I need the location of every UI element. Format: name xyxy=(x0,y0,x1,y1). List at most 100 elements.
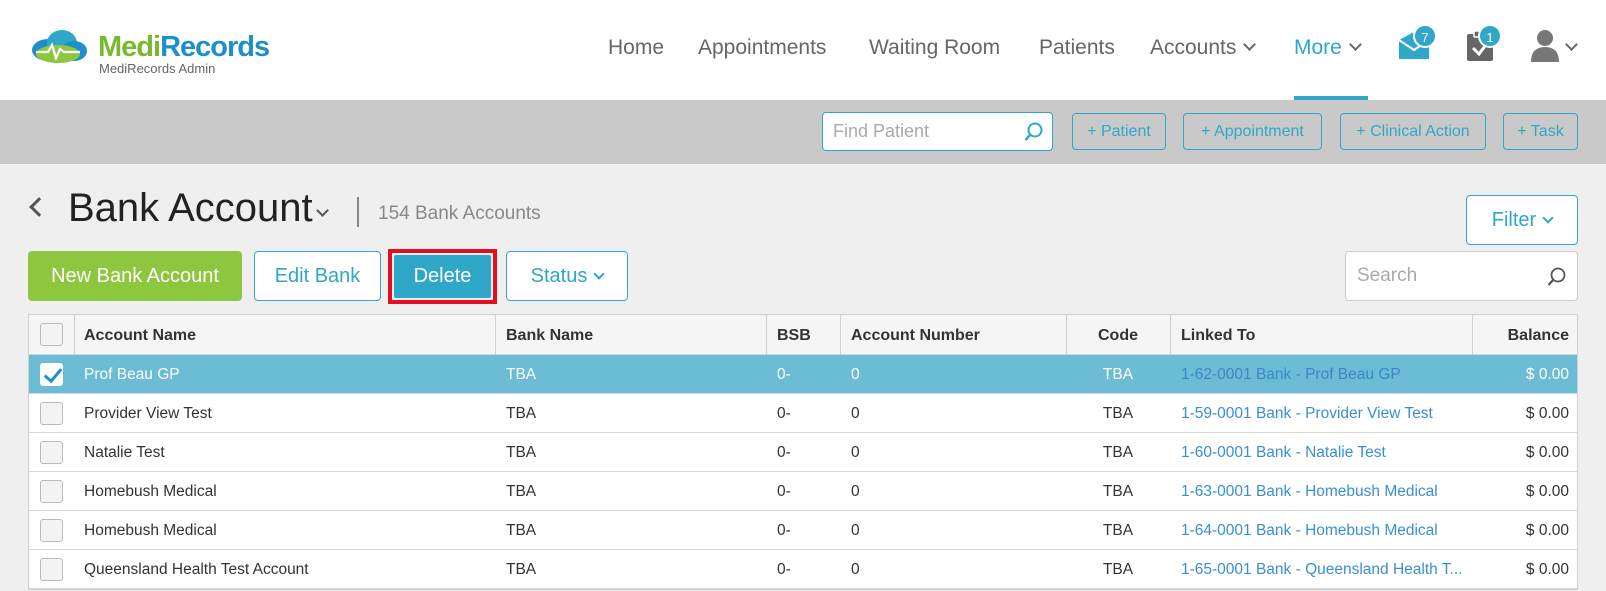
cell-linked-to[interactable]: 1-65-0001 Bank - Queensland Health T... xyxy=(1181,550,1463,588)
page-title: Bank Account xyxy=(68,186,313,230)
cell-code: TBA xyxy=(1102,561,1134,578)
cell-account-number: 0 xyxy=(851,405,860,422)
find-patient-input[interactable] xyxy=(823,113,1013,150)
header-code[interactable]: Code xyxy=(1066,315,1170,354)
quick-action-bar: + Patient + Appointment + Clinical Actio… xyxy=(0,100,1606,164)
table-row[interactable]: Homebush Medical TBA 0- 0 TBA 1-63-0001 Bank … xyxy=(29,472,1577,511)
title-divider xyxy=(357,197,359,227)
chevron-down-icon xyxy=(1542,211,1554,224)
user-menu-button[interactable] xyxy=(1530,28,1580,64)
nav-patients[interactable]: Patients xyxy=(1039,36,1115,60)
table-row[interactable]: Prof Beau GP TBA 0- 0 TBA 1-62-0001 Bank - Pr… xyxy=(29,355,1577,394)
new-bank-account-button[interactable]: New Bank Account xyxy=(28,251,242,301)
medirecords-logo[interactable]: MediRecords MediRecords Admin xyxy=(28,28,288,78)
row-checkbox[interactable] xyxy=(40,519,63,542)
chevron-down-icon[interactable] xyxy=(316,204,329,217)
chevron-down-icon xyxy=(1243,38,1257,51)
cell-bank-name: TBA xyxy=(506,483,537,500)
add-clinical-action-button[interactable]: + Clinical Action xyxy=(1340,113,1486,150)
cell-code: TBA xyxy=(1102,366,1134,383)
header-linked-to[interactable]: Linked To xyxy=(1181,315,1461,354)
cell-code: TBA xyxy=(1102,405,1134,422)
header-account-name[interactable]: Account Name xyxy=(84,315,484,354)
delete-button[interactable]: Delete xyxy=(394,255,491,298)
cell-account-number: 0 xyxy=(851,444,860,461)
filter-label: Filter xyxy=(1491,208,1537,231)
cell-balance: $ 0.00 xyxy=(1525,405,1569,422)
cell-bsb: 0- xyxy=(777,366,791,383)
row-checkbox[interactable] xyxy=(40,402,63,425)
top-navigation-bar: MediRecords MediRecords Admin Home Appoi… xyxy=(0,0,1606,100)
cell-bsb: 0- xyxy=(777,405,791,422)
cell-bsb: 0- xyxy=(777,561,791,578)
nav-appointments[interactable]: Appointments xyxy=(698,36,826,60)
header-bsb[interactable]: BSB xyxy=(777,315,837,354)
nav-accounts[interactable]: Accounts xyxy=(1150,36,1257,60)
nav-home[interactable]: Home xyxy=(608,36,664,60)
header-account-number[interactable]: Account Number xyxy=(851,315,1051,354)
cloud-logo-icon xyxy=(32,30,87,63)
cell-account-name: Provider View Test xyxy=(84,405,212,422)
cell-linked-to[interactable]: 1-62-0001 Bank - Prof Beau GP xyxy=(1181,355,1463,393)
add-task-button[interactable]: + Task xyxy=(1503,113,1578,150)
messages-button[interactable]: 7 xyxy=(1397,24,1437,64)
chevron-down-icon xyxy=(1565,38,1578,51)
row-checkbox[interactable] xyxy=(40,480,63,503)
bank-accounts-table: Account Name Bank Name BSB Account Numbe… xyxy=(28,314,1578,590)
filter-button[interactable]: Filter xyxy=(1466,195,1578,245)
search-icon[interactable] xyxy=(1547,267,1567,287)
row-checkbox[interactable] xyxy=(40,441,63,464)
chevron-down-icon xyxy=(593,268,606,280)
cell-account-number: 0 xyxy=(851,561,860,578)
cell-account-name: Prof Beau GP xyxy=(84,366,180,383)
find-patient-field[interactable] xyxy=(822,112,1053,151)
column-divider xyxy=(840,315,841,355)
cell-code: TBA xyxy=(1102,522,1134,539)
cell-bsb: 0- xyxy=(777,444,791,461)
add-patient-button[interactable]: + Patient xyxy=(1072,113,1166,150)
cell-linked-to[interactable]: 1-60-0001 Bank - Natalie Test xyxy=(1181,433,1463,471)
table-row[interactable]: Queensland Health Test Account TBA 0- 0 TBA 1… xyxy=(29,550,1577,589)
chevron-down-icon xyxy=(1348,38,1362,51)
cell-bank-name: TBA xyxy=(506,405,537,422)
add-appointment-button[interactable]: + Appointment xyxy=(1183,113,1322,150)
header-bank-name[interactable]: Bank Name xyxy=(506,315,756,354)
table-row[interactable]: Provider View Test TBA 0- 0 TBA 1-59-0001 Ban… xyxy=(29,394,1577,433)
nav-more[interactable]: More xyxy=(1294,36,1362,60)
search-icon[interactable] xyxy=(1024,122,1044,142)
cell-account-number: 0 xyxy=(851,483,860,500)
messages-badge: 7 xyxy=(1413,24,1437,48)
row-checkbox[interactable] xyxy=(40,558,63,581)
search-field[interactable] xyxy=(1345,251,1578,301)
cell-balance: $ 0.00 xyxy=(1525,522,1569,539)
back-arrow-icon[interactable] xyxy=(29,197,49,217)
cell-linked-to[interactable]: 1-59-0001 Bank - Provider View Test xyxy=(1181,394,1463,432)
table-row[interactable]: Homebush Medical TBA 0- 0 TBA 1-64-0001 Bank … xyxy=(29,511,1577,550)
record-count: 154 Bank Accounts xyxy=(378,203,541,224)
cell-bank-name: TBA xyxy=(506,561,537,578)
cell-balance: $ 0.00 xyxy=(1525,561,1569,578)
cell-account-name: Homebush Medical xyxy=(84,483,217,500)
header-balance[interactable]: Balance xyxy=(1472,315,1569,354)
column-divider xyxy=(766,315,767,355)
cell-balance: $ 0.00 xyxy=(1525,444,1569,461)
logo-name: MediRecords xyxy=(98,31,270,63)
nav-waiting-room[interactable]: Waiting Room xyxy=(869,36,1000,60)
column-divider xyxy=(74,315,75,355)
search-input[interactable] xyxy=(1346,252,1536,300)
cell-bank-name: TBA xyxy=(506,366,537,383)
status-dropdown-button[interactable]: Status xyxy=(506,251,628,301)
column-divider xyxy=(1170,315,1171,355)
cell-code: TBA xyxy=(1102,444,1134,461)
cell-linked-to[interactable]: 1-63-0001 Bank - Homebush Medical xyxy=(1181,472,1463,510)
table-header-row: Account Name Bank Name BSB Account Numbe… xyxy=(29,315,1577,355)
select-all-checkbox[interactable] xyxy=(40,323,63,346)
cell-linked-to[interactable]: 1-64-0001 Bank - Homebush Medical xyxy=(1181,511,1463,549)
tasks-button[interactable]: 1 xyxy=(1464,24,1502,64)
cell-account-name: Natalie Test xyxy=(84,444,165,461)
row-checkbox[interactable] xyxy=(40,363,63,386)
cell-bsb: 0- xyxy=(777,522,791,539)
table-row[interactable]: Natalie Test TBA 0- 0 TBA 1-60-0001 Bank - Na… xyxy=(29,433,1577,472)
edit-bank-button[interactable]: Edit Bank xyxy=(254,251,381,301)
cell-code: TBA xyxy=(1102,483,1134,500)
